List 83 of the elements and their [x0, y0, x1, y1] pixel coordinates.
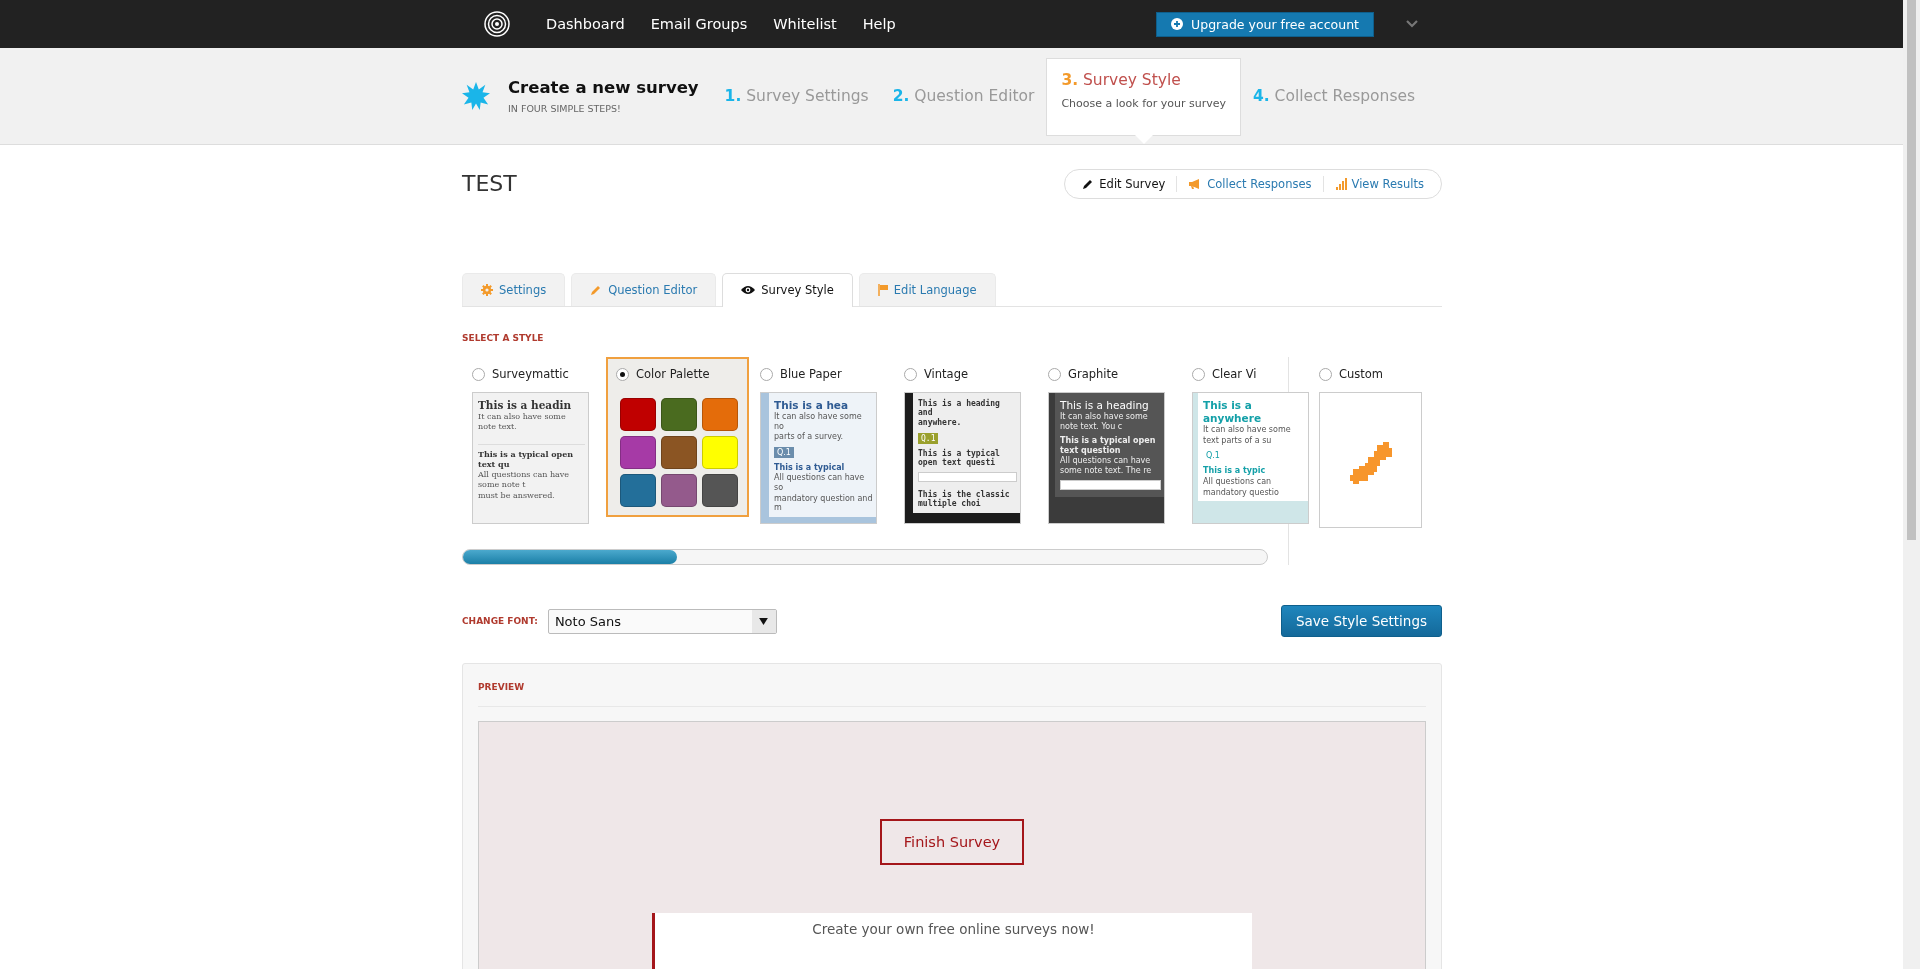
survey-title: TEST	[462, 171, 517, 196]
tab[interactable]: Settings	[462, 273, 566, 306]
nav-link[interactable]: Help	[862, 16, 896, 32]
pencil-icon	[1082, 178, 1095, 190]
finish-survey-button[interactable]: Finish Survey	[879, 819, 1025, 865]
question-number: Q.1	[774, 446, 794, 458]
vertical-scrollbar[interactable]	[1903, 0, 1920, 969]
plus-icon	[1171, 18, 1184, 30]
style-option[interactable]: Blue Paper This is a hea It can also have some no parts of a survey. Q.1 This is a typical All questions can have so mandatory question and m	[750, 357, 893, 526]
wizard-title: Create a new survey	[508, 78, 699, 97]
radio-button[interactable]	[1048, 367, 1061, 381]
nav-link[interactable]: Whitelist	[773, 16, 837, 32]
thumbnail-note: text parts of a su	[1203, 435, 1273, 446]
question-number: Q.1	[1205, 450, 1221, 462]
spiral-logo-icon[interactable]	[484, 11, 510, 37]
thumbnail-question: This is the classic multiple choi	[918, 489, 1011, 509]
thumbnail-heading: This is a headin	[478, 399, 573, 412]
thumbnail-question: This is a typic	[1203, 466, 1267, 476]
action-link[interactable]: Edit Survey	[1071, 176, 1177, 192]
radio-button[interactable]	[904, 367, 917, 381]
promo-text: Create your own free online surveys now!	[812, 921, 1095, 939]
thumbnail-note: parts of a survey.	[774, 432, 845, 442]
tab[interactable]: Survey Style	[722, 273, 853, 307]
radio-button[interactable]	[760, 367, 773, 381]
thumbnail-note: All questions can have some note text. The re	[1060, 456, 1153, 476]
step-pointer	[1134, 135, 1153, 144]
tab[interactable]: Question Editor	[571, 273, 717, 306]
style-name: Clear Vi	[1212, 367, 1257, 381]
upgrade-button[interactable]: Upgrade your free account	[1156, 11, 1374, 37]
thumbnail-heading: This is a	[1203, 399, 1253, 412]
radio-button[interactable]	[472, 367, 485, 381]
scrollbar-thumb[interactable]	[463, 550, 677, 564]
thumbnail-note: must be answered.	[478, 490, 556, 501]
style-option[interactable]: Surveymattic This is a headin It can also have some note text. This is a typical open text qu All questions can have some note t must be answered.	[462, 357, 605, 526]
thumbnail-heading: anywhere	[1203, 412, 1261, 425]
wizard-subtitle: IN FOUR SIMPLE STEPS!	[508, 103, 622, 114]
style-option[interactable]: Color Palette	[606, 357, 749, 517]
thumbnail-question: This is a typical open text qu	[478, 450, 575, 470]
dropdown-arrow-icon	[759, 617, 769, 625]
action-link[interactable]: View Results	[1322, 176, 1435, 192]
style-option[interactable]: Graphite This is a heading It can also have some note text. You c This is a typical open text question All questions can have some note text. The re	[1038, 357, 1181, 526]
tab[interactable]: Edit Language	[858, 273, 996, 306]
nav-link[interactable]: Email Groups	[650, 16, 748, 32]
thumbnail-note: mandatory questio	[1203, 487, 1280, 498]
thumbnail-heading: This is a hea	[774, 399, 850, 412]
section-label: PREVIEW	[478, 682, 1426, 707]
radio-button[interactable]	[1192, 367, 1205, 381]
thumbnail-question: This is a typical open text question	[1060, 436, 1157, 456]
style-option[interactable]: Clear Vi This is a anywhere It can also have some text parts of a su Q.1 This is a typic All questions can mandatory questio	[1182, 357, 1325, 526]
style-name: Blue Paper	[780, 367, 842, 381]
starburst-icon	[462, 82, 490, 110]
action-link[interactable]: Collect Responses	[1176, 176, 1323, 192]
question-number: Q.1	[918, 432, 939, 444]
thumbnail-question: This is a typical	[774, 462, 846, 473]
style-name: Custom	[1339, 367, 1384, 381]
radio-button[interactable]	[616, 367, 629, 381]
flag-icon	[877, 284, 888, 296]
section-label: SELECT A STYLE	[462, 333, 545, 343]
scrollbar-thumb[interactable]	[1907, 0, 1916, 540]
bar-chart-icon	[1334, 178, 1347, 190]
eye-icon	[741, 285, 756, 295]
save-style-settings-button[interactable]: Save Style Settings	[1281, 605, 1442, 637]
chevron-down-icon[interactable]	[1406, 20, 1418, 28]
font-label: CHANGE FONT:	[462, 616, 538, 626]
thumbnail-note: All questions can	[1203, 476, 1273, 487]
thumbnail-note: It can also have some note text.	[478, 412, 567, 432]
style-name: Graphite	[1068, 367, 1119, 381]
thumbnail-note: mandatory question and m	[774, 493, 873, 513]
pencil-icon	[590, 284, 603, 296]
thumbnail-note: It can also have some note text. You c	[1060, 412, 1149, 432]
nav-link[interactable]: Dashboard	[546, 16, 625, 32]
radio-button[interactable]	[1319, 367, 1332, 381]
thumbnail-heading: This is a heading	[1060, 399, 1150, 412]
thumbnail-note: It can also have some	[1203, 425, 1292, 435]
gear-icon	[481, 284, 493, 296]
style-name: Vintage	[924, 367, 969, 381]
style-name: Surveymattic	[492, 367, 569, 381]
font-dropdown[interactable]: Noto Sans	[547, 608, 777, 634]
style-name: Color Palette	[636, 367, 710, 381]
style-option[interactable]: Vintage This is a heading and anywhere. Q.1 This is a typical open text questi This is the classic multiple choi	[894, 357, 1037, 526]
horizontal-scrollbar[interactable]	[462, 549, 1268, 565]
thumbnail-question: This is a typical open text questi	[918, 448, 1001, 468]
thumbnail-heading: anywhere.	[918, 418, 963, 428]
